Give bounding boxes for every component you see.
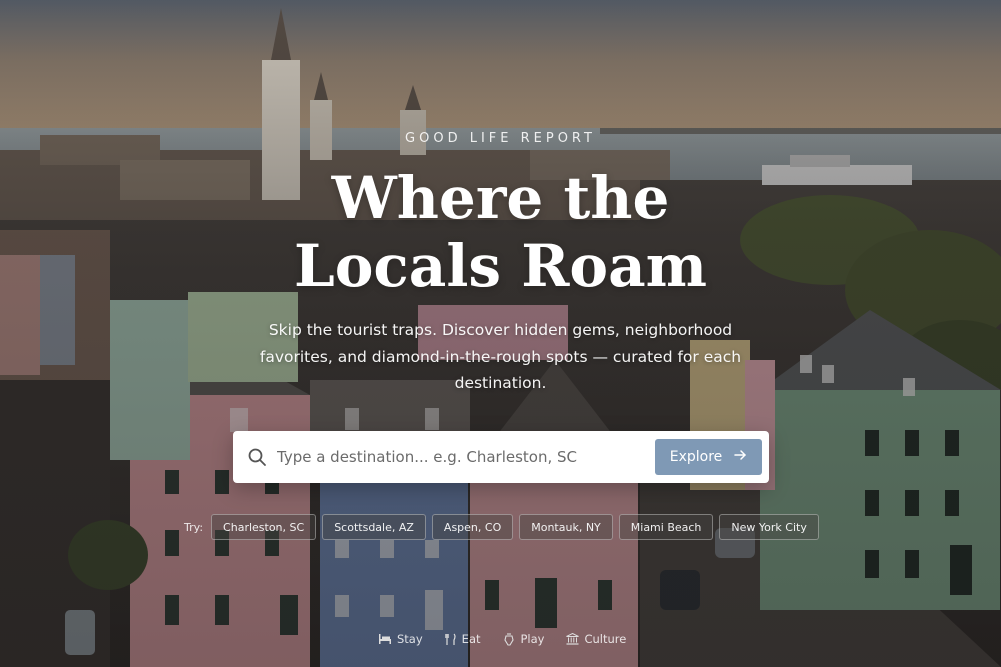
chip-scottsdale[interactable]: Scottsdale, AZ <box>322 514 426 540</box>
hero-title-line-1: Where the <box>331 164 670 232</box>
search-icon <box>246 446 268 468</box>
hero-section: GOOD LIFE REPORT Where the Locals Roam S… <box>0 0 1001 667</box>
category-nav: Stay Eat Play Culture <box>378 629 648 649</box>
hero-title: Where the Locals Roam <box>0 164 1001 300</box>
explore-button[interactable]: Explore <box>655 439 762 475</box>
hero-title-line-2: Locals Roam <box>293 232 708 300</box>
destination-search-input[interactable] <box>277 442 655 472</box>
chip-montauk[interactable]: Montauk, NY <box>519 514 613 540</box>
chip-miami-beach[interactable]: Miami Beach <box>618 514 714 540</box>
search-bar: Explore <box>233 431 769 483</box>
category-play[interactable]: Play <box>503 632 545 646</box>
category-eat-label: Eat <box>461 632 481 646</box>
museum-icon <box>566 633 580 645</box>
arrow-right-icon <box>734 449 747 465</box>
hero-subtitle: Skip the tourist traps. Discover hidden … <box>259 321 742 392</box>
try-label: Try: <box>184 520 204 534</box>
play-icon <box>503 632 516 646</box>
explore-button-label: Explore <box>669 449 723 465</box>
category-eat[interactable]: Eat <box>444 632 481 646</box>
suggestion-chips: Try: Charleston, SC Scottsdale, AZ Aspen… <box>184 513 825 541</box>
category-stay-label: Stay <box>397 632 423 646</box>
chip-charleston[interactable]: Charleston, SC <box>211 514 317 540</box>
chip-aspen[interactable]: Aspen, CO <box>431 514 514 540</box>
eyebrow-label: GOOD LIFE REPORT <box>405 131 596 146</box>
hero-content: GOOD LIFE REPORT Where the Locals Roam S… <box>0 0 1001 667</box>
category-culture[interactable]: Culture <box>566 632 626 646</box>
category-stay[interactable]: Stay <box>378 632 423 646</box>
utensils-icon <box>444 633 457 646</box>
chip-new-york-city[interactable]: New York City <box>719 514 819 540</box>
bed-icon <box>378 633 392 645</box>
category-play-label: Play <box>520 632 545 646</box>
category-culture-label: Culture <box>584 632 627 646</box>
